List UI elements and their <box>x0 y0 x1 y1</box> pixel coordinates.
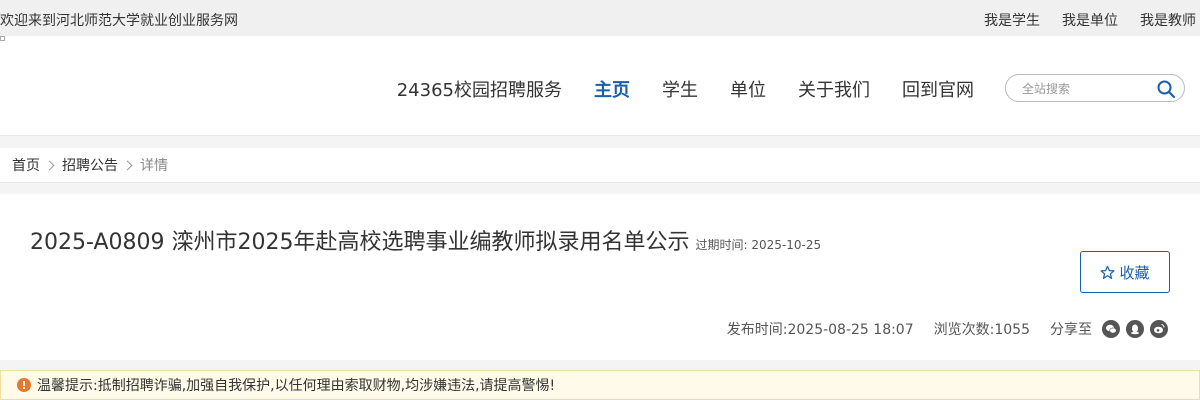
expire-info: 过期时间: 2025-10-25 <box>695 236 821 253</box>
views-info: 浏览次数:1055 <box>934 319 1030 339</box>
employer-link[interactable]: 我是单位 <box>1062 10 1118 30</box>
expire-date: 2025-10-25 <box>751 238 822 252</box>
article-panel: 2025-A0809 滦州市2025年赴高校选聘事业编教师拟录用名单公示 过期时… <box>0 194 1200 360</box>
chevron-right-icon <box>44 160 55 170</box>
student-link[interactable]: 我是学生 <box>984 10 1040 30</box>
weibo-icon[interactable] <box>1150 320 1168 338</box>
expire-label: 过期时间: <box>695 238 748 252</box>
warning-notice: ! 温馨提示:抵制招聘诈骗,加强自我保护,以任何理由索取财物,均涉嫌违法,请提高… <box>0 370 1200 400</box>
main-nav: 24365校园招聘服务 主页 学生 单位 关于我们 回到官网 <box>397 76 974 102</box>
publish-info: 发布时间:2025-08-25 18:07 <box>727 319 914 339</box>
nav-item-24365[interactable]: 24365校园招聘服务 <box>397 76 562 102</box>
search-input[interactable] <box>1022 80 1152 98</box>
decorative-square <box>0 36 5 41</box>
publish-label: 发布时间: <box>726 322 788 338</box>
chevron-right-icon <box>122 160 133 170</box>
warning-icon: ! <box>17 378 31 392</box>
breadcrumb-current: 详情 <box>140 158 168 174</box>
breadcrumb-section[interactable]: 招聘公告 <box>62 155 118 175</box>
welcome-text: 欢迎来到河北师范大学就业创业服务网 <box>0 13 238 29</box>
views-label: 浏览次数: <box>933 322 995 338</box>
favorite-label: 收藏 <box>1119 263 1150 282</box>
share-icons <box>1102 320 1168 338</box>
publish-time: 2025-08-25 18:07 <box>787 322 914 338</box>
search-box <box>1005 74 1185 102</box>
star-icon <box>1101 265 1115 279</box>
wechat-icon[interactable] <box>1102 320 1120 338</box>
role-links: 我是学生 我是单位 我是教师 <box>984 10 1196 30</box>
share-label: 分享至 <box>1050 322 1092 338</box>
nav-item-about[interactable]: 关于我们 <box>798 76 870 102</box>
teacher-link[interactable]: 我是教师 <box>1140 10 1196 30</box>
qq-icon[interactable] <box>1126 320 1144 338</box>
nav-item-employers[interactable]: 单位 <box>730 76 766 102</box>
share-group: 分享至 <box>1050 319 1168 339</box>
title-row: 2025-A0809 滦州市2025年赴高校选聘事业编教师拟录用名单公示 过期时… <box>30 224 821 256</box>
views-count: 1055 <box>994 322 1030 338</box>
nav-item-official-site[interactable]: 回到官网 <box>902 76 974 102</box>
site-header: 24365校园招聘服务 主页 学生 单位 关于我们 回到官网 <box>0 36 1200 136</box>
breadcrumb: 首页 招聘公告 详情 <box>0 148 1200 183</box>
nav-item-home[interactable]: 主页 <box>594 76 630 102</box>
article-meta: 发布时间:2025-08-25 18:07 浏览次数:1055 分享至 <box>727 319 1168 339</box>
breadcrumb-home[interactable]: 首页 <box>12 155 40 175</box>
search-icon[interactable] <box>1156 79 1176 99</box>
article-title: 2025-A0809 滦州市2025年赴高校选聘事业编教师拟录用名单公示 <box>30 230 690 255</box>
notice-text: 温馨提示:抵制招聘诈骗,加强自我保护,以任何理由索取财物,均涉嫌违法,请提高警惕… <box>37 378 556 394</box>
top-bar: 欢迎来到河北师范大学就业创业服务网 我是学生 我是单位 我是教师 <box>0 0 1200 36</box>
nav-item-students[interactable]: 学生 <box>662 76 698 102</box>
favorite-button[interactable]: 收藏 <box>1080 251 1170 293</box>
